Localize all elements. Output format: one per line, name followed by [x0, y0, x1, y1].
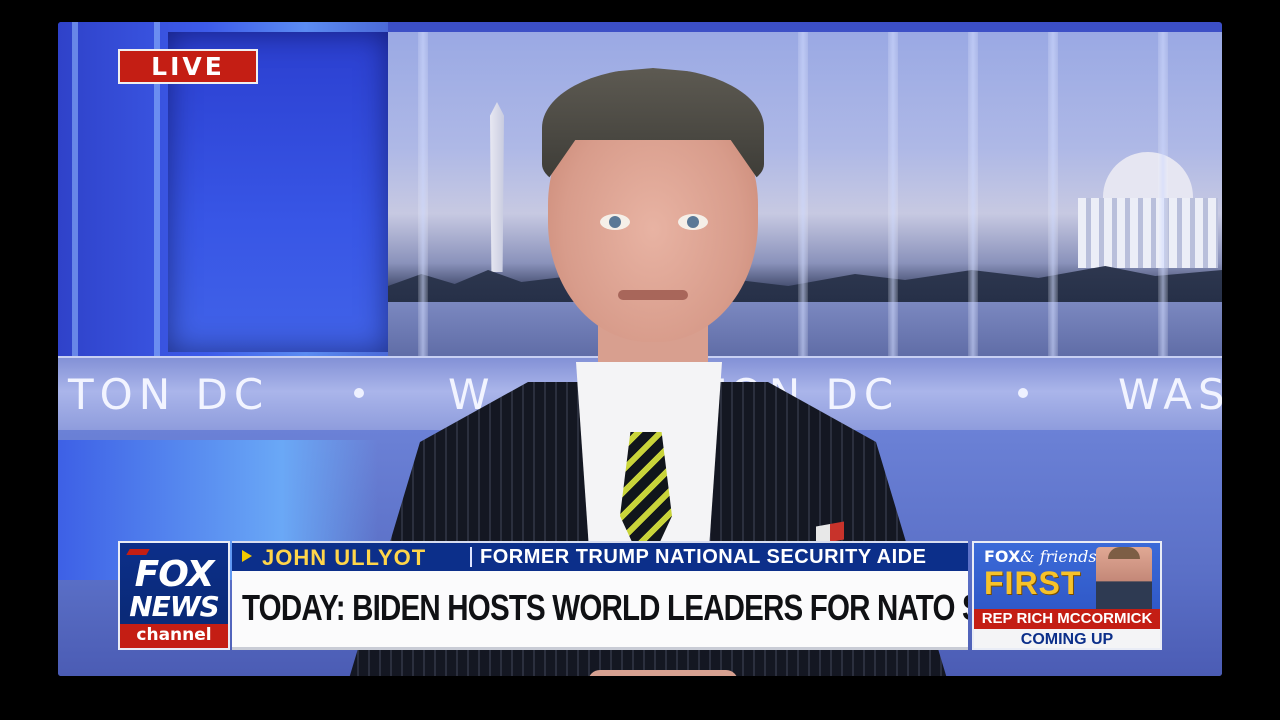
promo-first: FIRST	[984, 565, 1082, 601]
promo-coming-up: COMING UP	[974, 629, 1160, 648]
band-text-left: TON DC	[68, 370, 270, 419]
nameplate-divider	[470, 547, 472, 567]
guest-nameplate: JOHN ULLYOT FORMER TRUMP NATIONAL SECURI…	[232, 541, 968, 571]
logo-fox-text: FOX	[134, 554, 215, 595]
logo-channel-text: channel	[120, 624, 228, 648]
jefferson-memorial	[1078, 152, 1218, 272]
promo-guest-name: REP RICH MCCORMICK	[974, 609, 1160, 629]
guest-title: FORMER TRUMP NATIONAL SECURITY AIDE	[480, 546, 927, 568]
headline-bar: TODAY: BIDEN HOSTS WORLD LEADERS FOR NAT…	[232, 571, 968, 650]
play-arrow-icon	[242, 550, 252, 562]
promo-guest-thumbnail	[1096, 547, 1152, 609]
live-badge: LIVE	[118, 49, 258, 84]
lower-third-chyron: FOX NEWS channel JOHN ULLYOT FORMER TRUM…	[118, 541, 1162, 650]
guest-name: JOHN ULLYOT	[262, 545, 427, 570]
band-text-right: WAS	[1118, 370, 1222, 419]
logo-news-text: NEWS	[129, 590, 220, 623]
fox-news-channel-logo: FOX NEWS channel	[118, 541, 230, 650]
show-promo: FOX& friends FIRST REP RICH MCCORMICK CO…	[972, 541, 1162, 650]
headline-text: TODAY: BIDEN HOSTS WORLD LEADERS FOR NAT…	[242, 587, 968, 628]
promo-brand: FOX& friends	[984, 547, 1097, 566]
